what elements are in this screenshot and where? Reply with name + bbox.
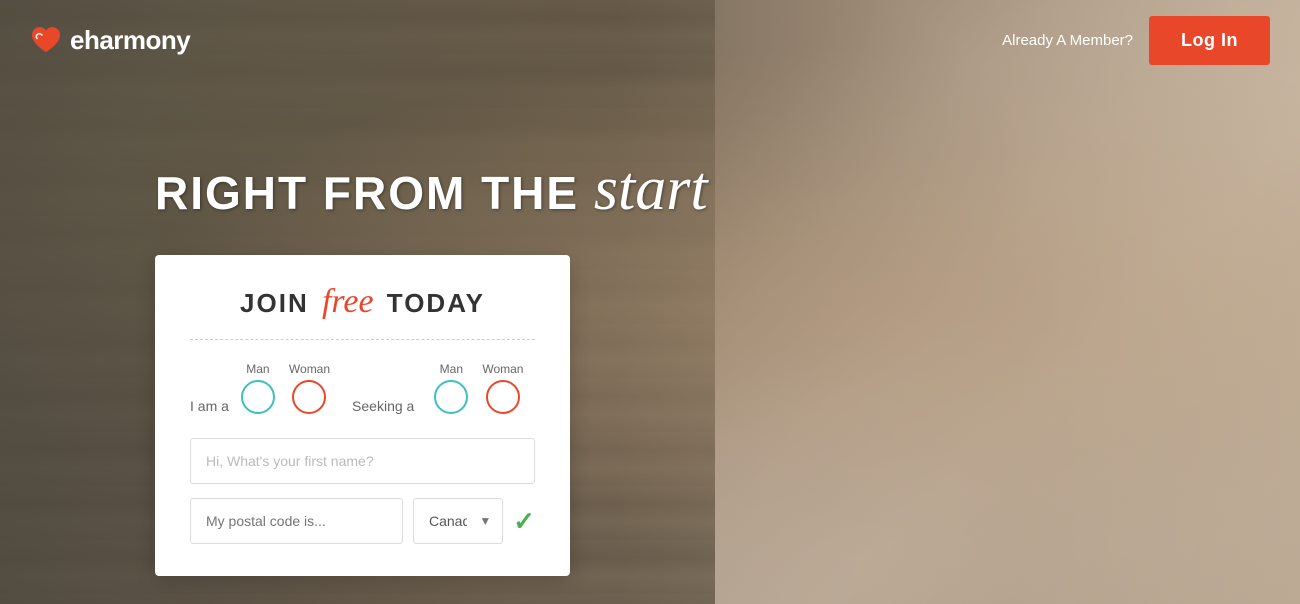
gender-selection-row: I am a Man Woman Seeking a Man Woman	[190, 362, 535, 414]
join-form-card: JOIN free TODAY I am a Man Woman Seeking…	[155, 255, 570, 576]
country-select[interactable]: Canada United States United Kingdom Aust…	[413, 498, 503, 544]
login-button[interactable]: Log In	[1149, 16, 1270, 65]
hero-text: RIGHT FROM THE start	[155, 155, 708, 223]
logo: eharmony	[30, 24, 190, 56]
logo-text: eharmony	[70, 25, 190, 56]
form-title: JOIN free TODAY	[190, 283, 535, 321]
i-am-man-option[interactable]: Man	[241, 362, 275, 414]
seeking-woman-option[interactable]: Woman	[482, 362, 523, 414]
form-title-today: TODAY	[387, 288, 485, 318]
header-right: Already A Member? Log In	[1002, 16, 1270, 65]
hero-heading: RIGHT FROM THE start	[155, 155, 708, 223]
hero-line1: RIGHT FROM THE	[155, 167, 579, 219]
man-label-1: Man	[246, 362, 269, 376]
check-icon: ✓	[513, 506, 535, 537]
header: eharmony Already A Member? Log In	[0, 0, 1300, 80]
man-radio-1[interactable]	[241, 380, 275, 414]
country-select-wrapper: Canada United States United Kingdom Aust…	[413, 498, 503, 544]
man-radio-2[interactable]	[434, 380, 468, 414]
postal-code-input[interactable]	[190, 498, 403, 544]
man-label-2: Man	[440, 362, 463, 376]
first-name-input[interactable]	[190, 438, 535, 484]
logo-heart-icon	[30, 24, 62, 56]
woman-radio-1[interactable]	[292, 380, 326, 414]
woman-label-2: Woman	[482, 362, 523, 376]
seeking-label: Seeking a	[352, 398, 414, 414]
i-am-label: I am a	[190, 398, 229, 414]
hero-script-word: start	[594, 155, 708, 223]
postal-country-row: Canada United States United Kingdom Aust…	[190, 498, 535, 544]
seeking-options: Man Woman	[434, 362, 523, 414]
form-divider	[190, 339, 535, 340]
woman-radio-2[interactable]	[486, 380, 520, 414]
form-title-free: free	[322, 283, 374, 320]
i-am-woman-option[interactable]: Woman	[289, 362, 330, 414]
member-prompt: Already A Member?	[1002, 32, 1133, 49]
woman-label-1: Woman	[289, 362, 330, 376]
seeking-man-option[interactable]: Man	[434, 362, 468, 414]
form-title-join: JOIN	[240, 288, 309, 318]
i-am-options: Man Woman	[241, 362, 330, 414]
